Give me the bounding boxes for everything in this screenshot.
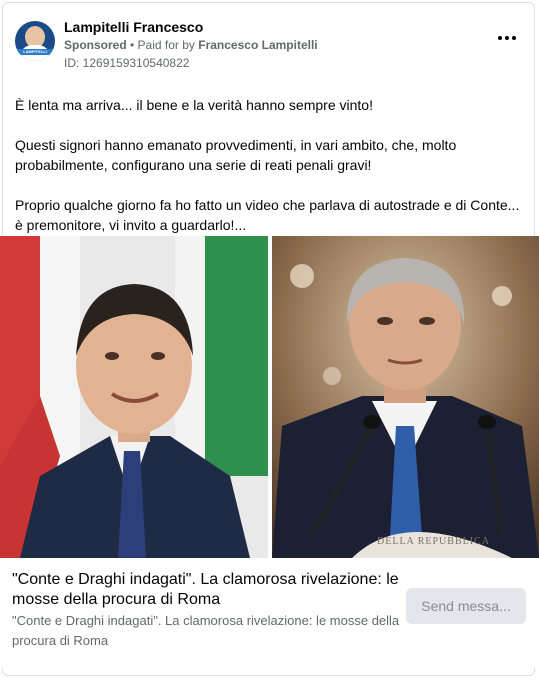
sponsored-line: Sponsored • Paid for by Francesco Lampit… <box>64 38 318 52</box>
post-paragraph-2: Questi signori hanno emanato provvedimen… <box>15 137 457 173</box>
link-description: "Conte e Draghi indagati". La clamorosa … <box>12 613 400 648</box>
ad-id: ID: 1269159310540822 <box>64 56 190 70</box>
send-message-button[interactable]: Send messa... <box>406 588 526 624</box>
payer-name: Francesco Lampitelli <box>198 38 318 52</box>
link-preview[interactable]: "Conte e Draghi indagati". La clamorosa … <box>0 558 539 668</box>
post-header: LAMPITELLI Lampitelli Francesco Sponsore… <box>15 19 530 73</box>
photo-draghi[interactable]: DELLA REPUBBLICA <box>272 236 539 558</box>
page-name[interactable]: Lampitelli Francesco <box>64 19 203 35</box>
post-paragraph-3: Proprio qualche giorno fa ho fatto un vi… <box>15 197 520 233</box>
dot <box>512 36 516 40</box>
photo-conte-illustration <box>0 236 268 558</box>
dot <box>505 36 509 40</box>
post-paragraph-1: È lenta ma arriva... il bene e la verità… <box>15 97 373 113</box>
ellipsis-icon[interactable] <box>498 33 518 43</box>
photo-draghi-illustration <box>272 236 539 558</box>
post-text: È lenta ma arriva... il bene e la verità… <box>15 95 530 255</box>
avatar-logo-text: LAMPITELLI <box>17 49 53 55</box>
sponsored-label: Sponsored <box>64 38 127 52</box>
page-avatar[interactable]: LAMPITELLI <box>15 21 55 61</box>
lectern-text: DELLA REPUBBLICA <box>377 536 490 547</box>
post-images[interactable]: DELLA REPUBBLICA <box>0 236 539 558</box>
dot <box>498 36 502 40</box>
paid-for-prefix: • Paid for by <box>126 38 199 52</box>
link-title[interactable]: "Conte e Draghi indagati". La clamorosa … <box>12 570 402 610</box>
photo-conte[interactable] <box>0 236 268 558</box>
